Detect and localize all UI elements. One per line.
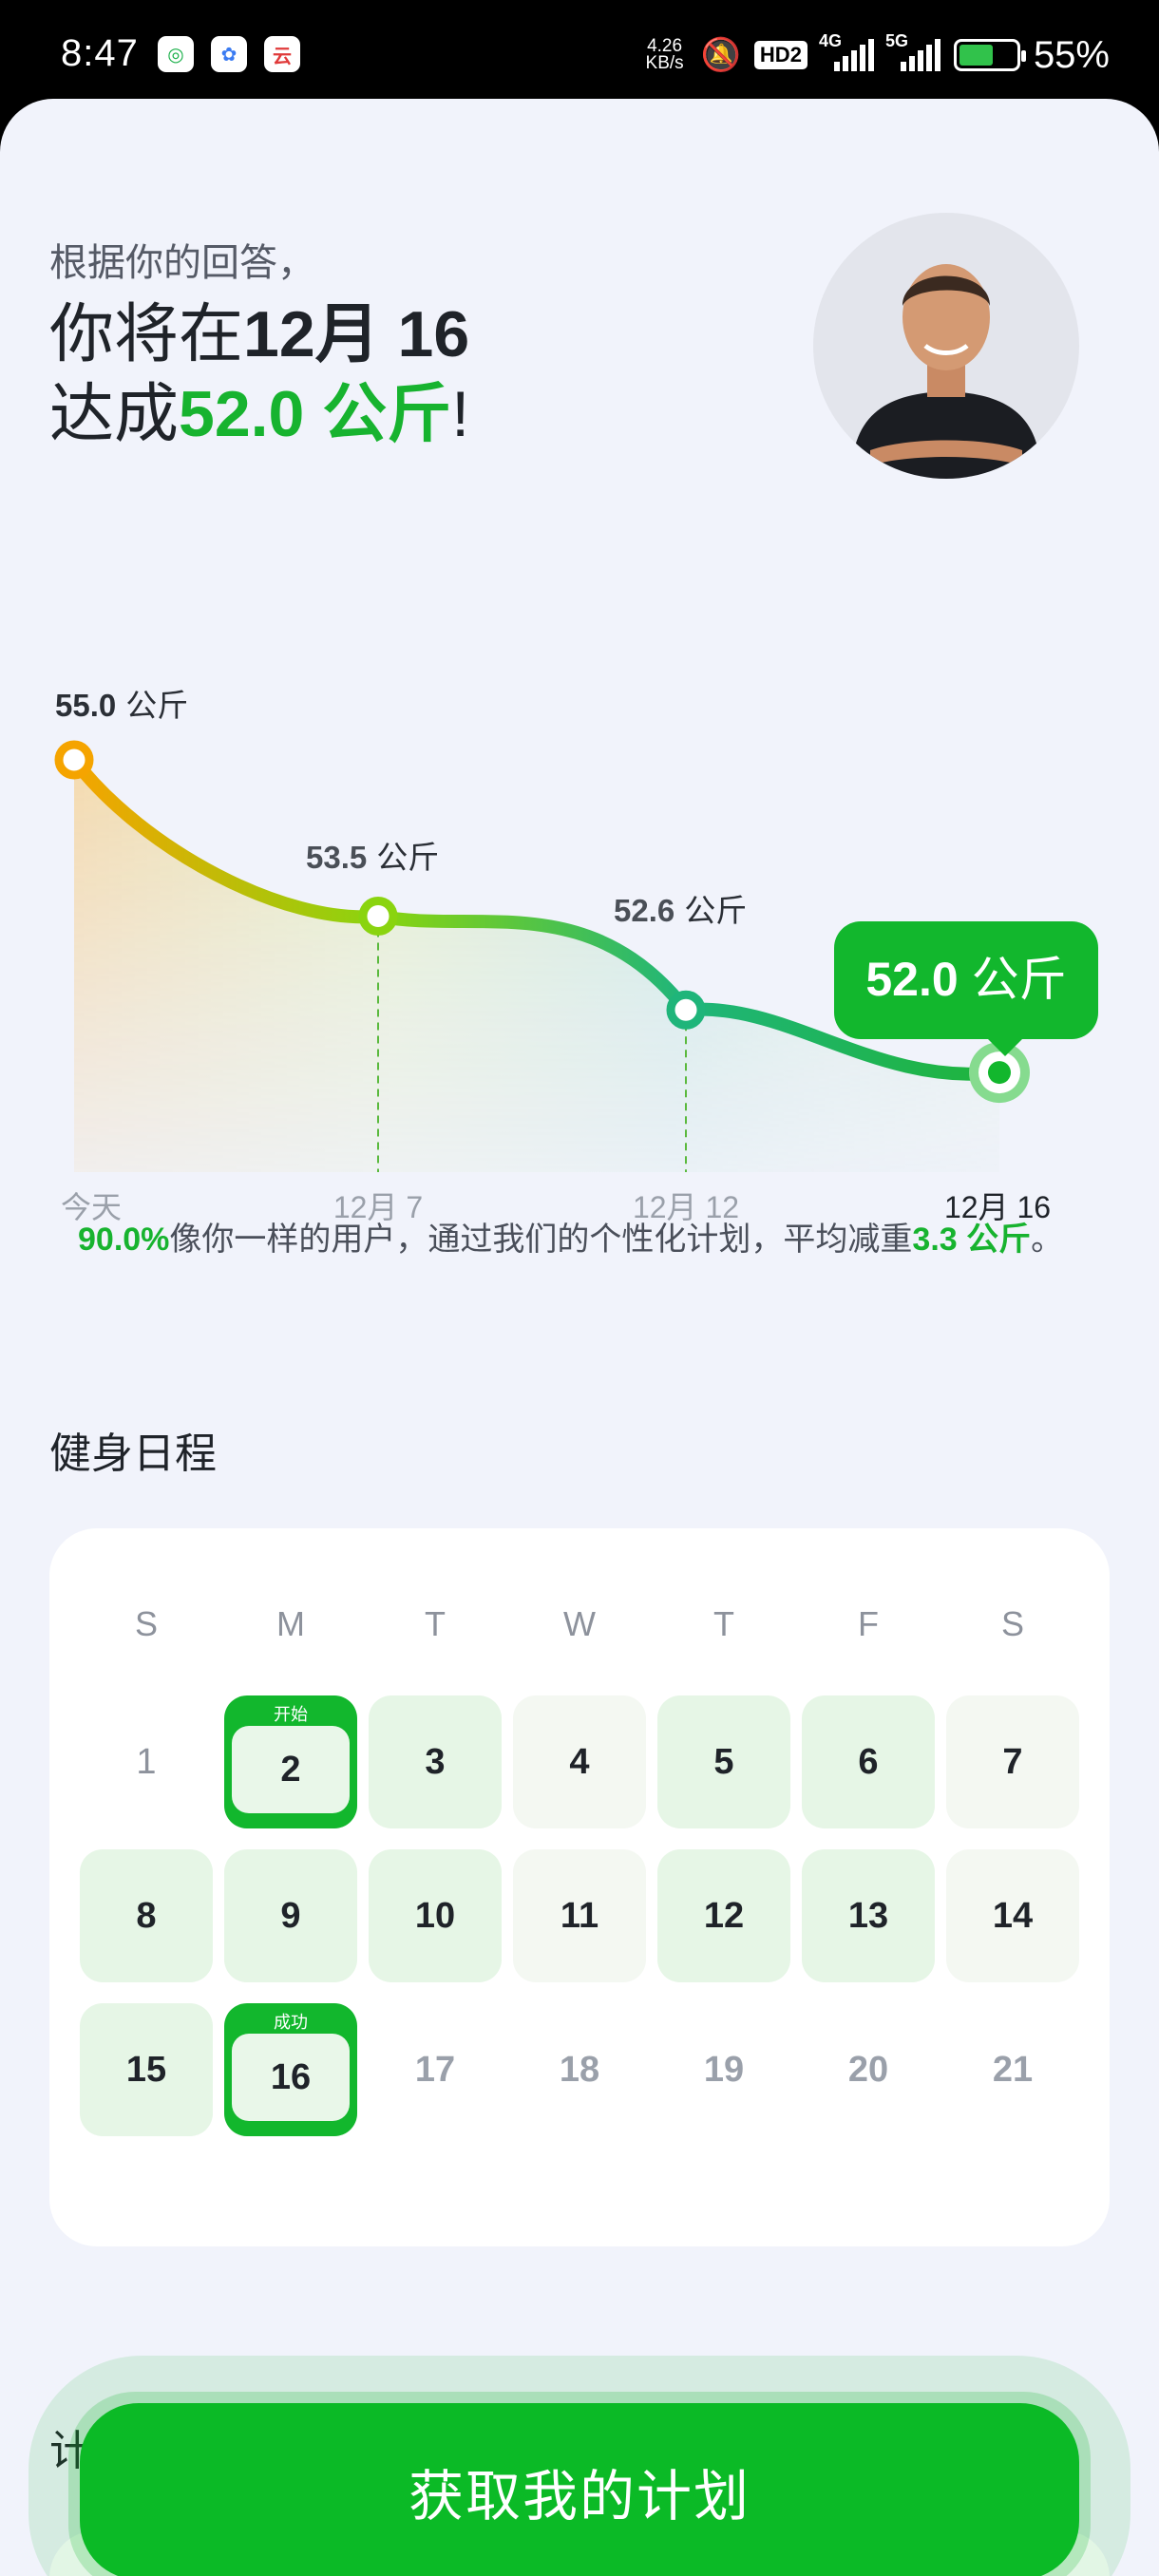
app-icon-2: ✿	[211, 36, 247, 72]
data-point	[54, 740, 94, 780]
data-point	[358, 897, 398, 937]
goal-weight: 52.0 公斤	[179, 378, 452, 450]
schedule-title: 健身日程	[49, 1430, 217, 1477]
weekday-label: T	[713, 1604, 734, 1643]
mute-icon: 🔕	[700, 37, 741, 73]
status-bar: 8:47 ◎ ✿ 云 4.26 KB/s 🔕 HD2 4G 5G 55%	[0, 0, 1159, 104]
weekday-label: F	[858, 1604, 879, 1643]
weekday-label: M	[276, 1604, 305, 1643]
calendar-day-16[interactable]: 成功 16	[224, 2003, 357, 2136]
calendar-day-18[interactable]: 18	[513, 2003, 646, 2136]
calendar-day-17[interactable]: 17	[369, 2003, 502, 2136]
calendar-day-15[interactable]: 15	[80, 2003, 213, 2136]
weekday-label: W	[563, 1604, 596, 1643]
status-icons: 4.26 KB/s 🔕 HD2 4G 5G 55%	[642, 31, 1110, 76]
battery-icon	[953, 39, 1026, 71]
app-icon-1: ◎	[158, 36, 194, 72]
calendar-day-19[interactable]: 19	[657, 2003, 790, 2136]
weekday-label: T	[425, 1604, 446, 1643]
weight-chart: 55.0 公斤 53.5 公斤 52.6 公斤 52.0 公斤 今天 12月 7 12月 12 12…	[0, 545, 1159, 1267]
get-plan-button[interactable]: 获取我的计划	[80, 2403, 1079, 2576]
calendar-day-1[interactable]: 1	[80, 1695, 213, 1828]
goal-point	[988, 1061, 1011, 1085]
calendar-day-12[interactable]: 12	[657, 1849, 790, 1982]
calendar-day-13[interactable]: 13	[802, 1849, 935, 1982]
calendar-day-21[interactable]: 21	[946, 2003, 1079, 2136]
hd-badge: HD2	[753, 41, 808, 69]
point-label: 55.0 公斤	[55, 688, 188, 723]
calendar-day-3[interactable]: 3	[369, 1695, 502, 1828]
trainer-avatar	[813, 213, 1079, 479]
result-sheet: 根据你的回答， 你将在12月 16 达成52.0 公斤! 55.0 公斤 53.…	[0, 99, 1159, 2576]
success-tag: 成功	[274, 2013, 308, 2032]
calendar-day-20[interactable]: 20	[802, 2003, 935, 2136]
calendar-day-5[interactable]: 5	[657, 1695, 790, 1828]
calendar-day-4[interactable]: 4	[513, 1695, 646, 1828]
weekday-label: S	[1000, 1604, 1024, 1643]
clock: 8:47	[61, 32, 139, 74]
calendar-day-14[interactable]: 14	[946, 1849, 1079, 1982]
weekday-label: S	[134, 1604, 158, 1643]
calendar-day-2[interactable]: 开始 2	[224, 1695, 357, 1828]
day-number: 16	[232, 2034, 350, 2121]
calendar-day-11[interactable]: 11	[513, 1849, 646, 1982]
point-label: 52.6 公斤	[614, 893, 747, 928]
calendar-day-8[interactable]: 8	[80, 1849, 213, 1982]
net-speed: 4.26 KB/s	[645, 36, 684, 73]
calendar-day-10[interactable]: 10	[369, 1849, 502, 1982]
signal-5g-icon: 5G	[885, 31, 940, 71]
day-number: 2	[232, 1726, 350, 1813]
battery-percent: 55%	[1033, 33, 1110, 76]
start-tag: 开始	[274, 1705, 308, 1724]
stat-text: 90.0%像你一样的用户，通过我们的个性化计划，平均减重3.3 公斤。	[78, 1222, 1064, 1258]
signal-4g-icon: 4G	[819, 31, 874, 71]
goal-date: 12月 16	[243, 298, 470, 370]
calendar-day-9[interactable]: 9	[224, 1849, 357, 1982]
app-icon-3: 云	[264, 36, 300, 72]
calendar-day-7[interactable]: 7	[946, 1695, 1079, 1828]
intro-text: 根据你的回答，	[49, 242, 315, 284]
schedule-calendar: S M T W T F S 1 开始 2 3 4 5 6 7 8 9 10 11 12 13 14 15 成功 16 17 18 19…	[49, 1528, 1110, 2246]
calendar-day-6[interactable]: 6	[802, 1695, 935, 1828]
data-point	[666, 990, 706, 1030]
weight-chart-svg: 55.0 公斤53.5 公斤52.6 公斤52.0 公斤 今天 12月 7 12月 12 12…	[54, 688, 1098, 1224]
goal-headline: 你将在12月 16 达成52.0 公斤!	[49, 298, 470, 450]
point-label: 53.5 公斤	[306, 840, 439, 875]
